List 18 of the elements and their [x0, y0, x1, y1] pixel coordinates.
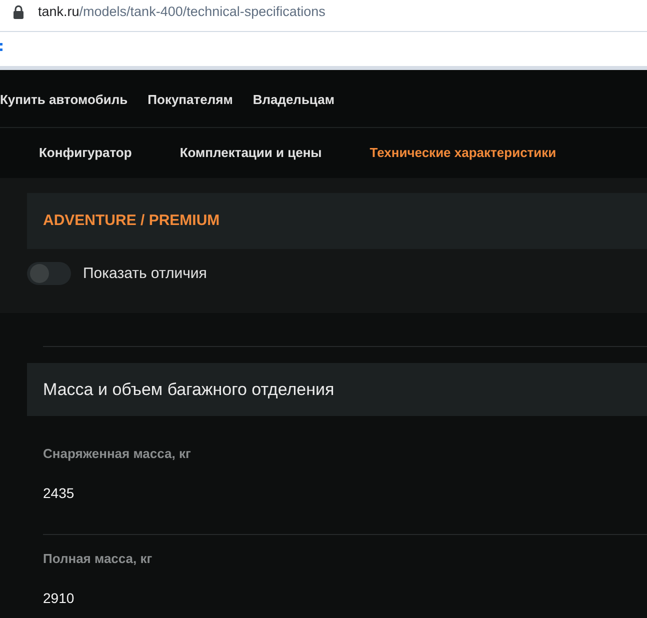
spec-label: Полная масса, кг — [43, 551, 154, 567]
nav-link[interactable]: Покупателям — [148, 92, 233, 107]
sub-nav-tab[interactable]: Технические характеристики — [370, 145, 556, 160]
address-bar[interactable]: tank.ru/models/tank-400/technical-specifications — [0, 0, 647, 32]
nav-link[interactable]: Владельцам — [252, 92, 334, 107]
dots-icon[interactable] — [0, 43, 3, 51]
spec-value: 2910 — [43, 589, 76, 607]
spec-label: Снаряженная масса, кг — [43, 446, 192, 462]
toggle-switch[interactable] — [27, 262, 71, 285]
url-text: tank.ru/models/tank-400/technical-specifications — [38, 4, 326, 19]
lock-icon — [13, 4, 24, 18]
sub-nav-tab[interactable]: Комплектации и цены — [180, 145, 322, 160]
sub-nav-tab[interactable]: Конфигуратор — [39, 145, 132, 160]
toggle-label: Показать отличия — [83, 265, 207, 282]
nav-link[interactable]: Купить автомобиль — [0, 92, 128, 107]
section-title: Масса и объем багажного отделения — [43, 380, 334, 400]
spec-value: 2435 — [43, 484, 76, 502]
trim-title: ADVENTURE / PREMIUM — [43, 212, 220, 229]
